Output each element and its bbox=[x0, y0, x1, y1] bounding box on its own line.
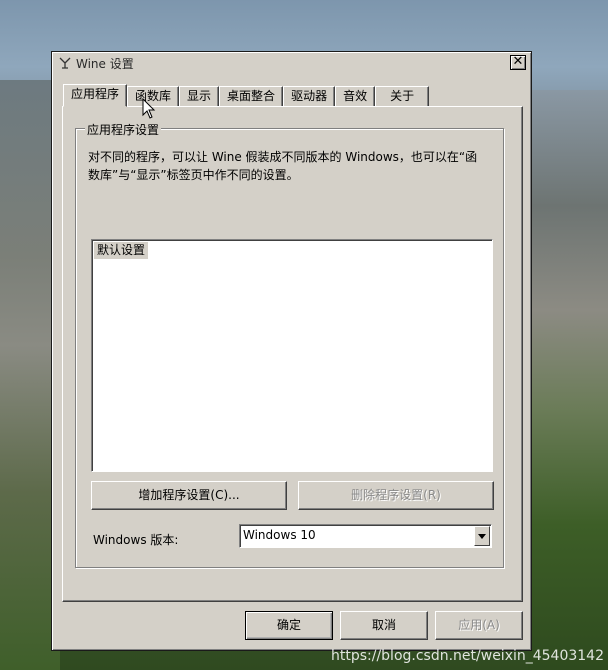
application-list[interactable]: 默认设置 bbox=[91, 239, 493, 472]
window-title: Wine 设置 bbox=[76, 56, 134, 71]
close-icon: ✕ bbox=[512, 54, 524, 69]
windows-version-label: Windows 版本: bbox=[93, 533, 179, 547]
mouse-pointer-icon bbox=[142, 97, 156, 123]
dropdown-arrow-icon[interactable] bbox=[474, 526, 490, 546]
tab-about[interactable]: 关于 bbox=[375, 86, 430, 107]
apply-button[interactable]: 应用(A) bbox=[435, 611, 523, 640]
windows-version-select[interactable]: Windows 10 bbox=[239, 524, 492, 548]
group-description: 对不同的程序，可以让 Wine 假装成不同版本的 Windows，也可以在“函数… bbox=[88, 150, 478, 182]
cancel-button[interactable]: 取消 bbox=[340, 611, 428, 640]
add-application-button[interactable]: 增加程序设置(C)... bbox=[91, 481, 287, 510]
watermark: https://blog.csdn.net/weixin_45403142 bbox=[330, 648, 604, 664]
tab-desktop-integration[interactable]: 桌面整合 bbox=[219, 86, 284, 107]
applications-panel: 应用程序设置 对不同的程序，可以让 Wine 假装成不同版本的 Windows，… bbox=[62, 106, 523, 602]
list-item[interactable]: 默认设置 bbox=[94, 242, 149, 259]
tab-drives[interactable]: 驱动器 bbox=[283, 86, 336, 107]
tab-applications[interactable]: 应用程序 bbox=[63, 84, 128, 107]
close-button[interactable]: ✕ bbox=[510, 55, 526, 70]
tab-graphics[interactable]: 显示 bbox=[179, 86, 220, 107]
remove-application-button[interactable]: 删除程序设置(R) bbox=[298, 481, 494, 510]
tab-audio[interactable]: 音效 bbox=[335, 86, 376, 107]
application-settings-group: 应用程序设置 对不同的程序，可以让 Wine 假装成不同版本的 Windows，… bbox=[75, 121, 504, 568]
windows-version-value: Windows 10 bbox=[243, 528, 316, 542]
wine-config-window: Wine 设置 ✕ 应用程序 函数库 显示 桌面整合 驱动器 音效 关于 应用程… bbox=[51, 51, 532, 651]
ok-button[interactable]: 确定 bbox=[245, 611, 333, 640]
wine-glass-icon bbox=[57, 55, 73, 71]
title-bar[interactable]: Wine 设置 ✕ bbox=[54, 54, 529, 72]
tab-bar: 应用程序 函数库 显示 桌面整合 驱动器 音效 关于 bbox=[63, 84, 430, 107]
group-label: 应用程序设置 bbox=[85, 121, 162, 138]
backdrop-right bbox=[528, 90, 608, 670]
